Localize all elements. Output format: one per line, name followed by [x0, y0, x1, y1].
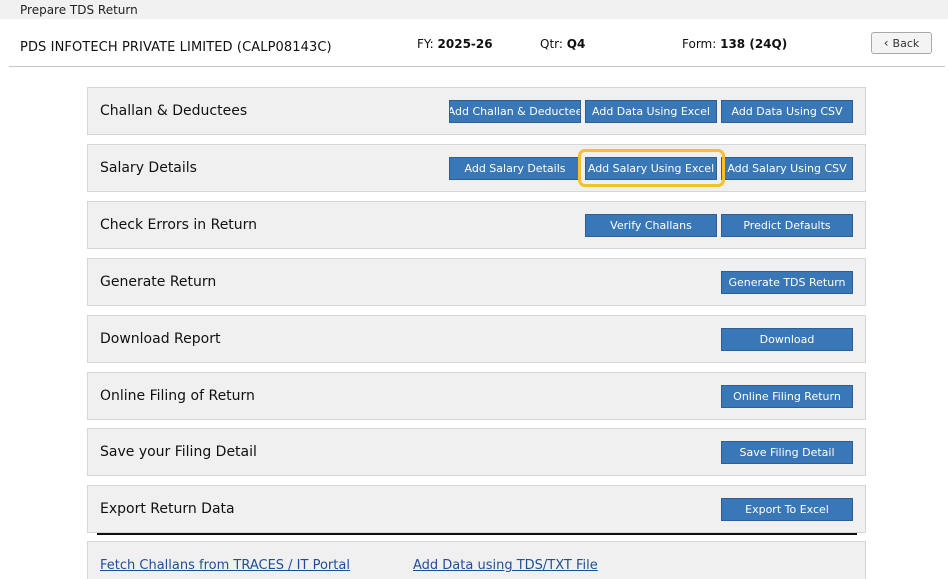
section-save-filing: Save your Filing Detail Save Filing Deta… — [87, 428, 866, 476]
add-salary-csv-button[interactable]: Add Salary Using CSV — [721, 157, 853, 180]
section-salary-details: Salary Details Add Salary Details Add Sa… — [87, 144, 866, 192]
generate-tds-return-button[interactable]: Generate TDS Return — [721, 271, 853, 294]
online-filing-return-button[interactable]: Online Filing Return — [721, 385, 853, 408]
fy-info: FY: 2025-26 — [417, 37, 493, 51]
add-data-csv-button[interactable]: Add Data Using CSV — [721, 100, 853, 123]
section-label: Challan & Deductees — [100, 103, 248, 119]
add-challan-deductee-button[interactable]: Add Challan & Deductee — [449, 100, 581, 123]
section-label: Download Report — [100, 331, 221, 347]
section-label: Generate Return — [100, 274, 217, 290]
form-label: Form: — [682, 37, 717, 51]
chevron-left-icon: ‹ — [883, 36, 889, 50]
download-button[interactable]: Download — [721, 328, 853, 351]
add-salary-details-button[interactable]: Add Salary Details — [449, 157, 581, 180]
section-label: Save your Filing Detail — [100, 444, 257, 460]
section-online-filing: Online Filing of Return Online Filing Re… — [87, 372, 866, 420]
section-download-report: Download Report Download — [87, 315, 866, 363]
section-generate-return: Generate Return Generate TDS Return — [87, 258, 866, 306]
highlight-ring — [578, 149, 725, 187]
verify-challans-button[interactable]: Verify Challans — [585, 214, 717, 237]
section-label: Export Return Data — [100, 501, 235, 517]
fy-label: FY: — [417, 37, 434, 51]
predict-defaults-button[interactable]: Predict Defaults — [721, 214, 853, 237]
section-export-return: Export Return Data Export To Excel — [87, 485, 866, 533]
company-name: PDS INFOTECH PRIVATE LIMITED (CALP08143C… — [20, 40, 332, 55]
back-button[interactable]: ‹ Back — [871, 32, 932, 54]
section-label: Online Filing of Return — [100, 388, 255, 404]
qtr-info: Qtr: Q4 — [540, 37, 585, 51]
back-button-label: Back — [892, 36, 920, 50]
add-data-excel-button[interactable]: Add Data Using Excel — [585, 100, 717, 123]
export-to-excel-button[interactable]: Export To Excel — [721, 498, 853, 521]
window-titlebar: Prepare TDS Return — [0, 0, 948, 19]
section-divider — [97, 533, 857, 535]
add-txt-file-link[interactable]: Add Data using TDS/TXT File — [413, 558, 598, 573]
qtr-value: Q4 — [566, 37, 586, 51]
form-info: Form: 138 (24Q) — [682, 37, 787, 51]
fy-value: 2025-26 — [437, 37, 493, 51]
fetch-challans-link[interactable]: Fetch Challans from TRACES / IT Portal — [100, 558, 350, 573]
qtr-label: Qtr: — [540, 37, 563, 51]
section-label: Check Errors in Return — [100, 217, 258, 233]
header-divider — [9, 66, 945, 67]
window-title: Prepare TDS Return — [20, 3, 138, 17]
links-bar: Fetch Challans from TRACES / IT Portal A… — [87, 541, 866, 579]
header: PDS INFOTECH PRIVATE LIMITED (CALP08143C… — [0, 19, 948, 67]
form-value: 138 (24Q) — [720, 37, 788, 51]
section-check-errors: Check Errors in Return Verify Challans P… — [87, 201, 866, 249]
save-filing-detail-button[interactable]: Save Filing Detail — [721, 441, 853, 464]
section-label: Salary Details — [100, 160, 197, 176]
section-challan-deductees: Challan & Deductees Add Challan & Deduct… — [87, 87, 866, 135]
